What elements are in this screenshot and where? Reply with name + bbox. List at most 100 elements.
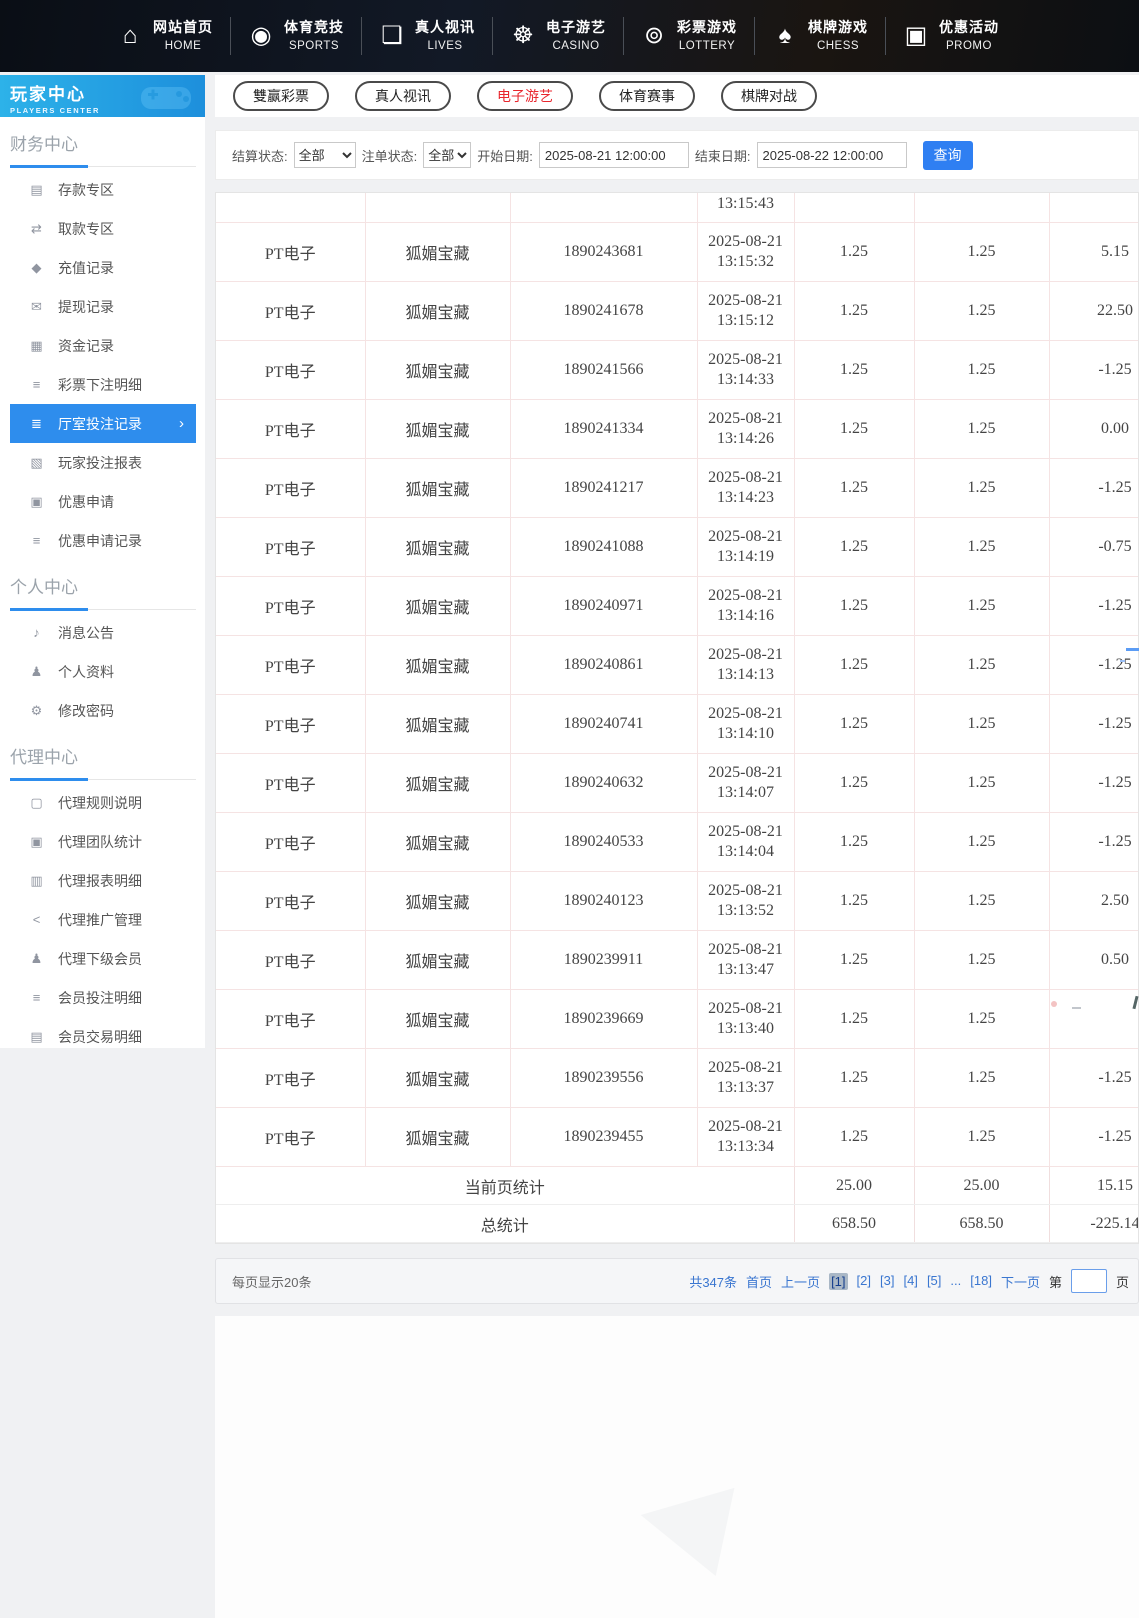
home-icon: ⌂ — [117, 24, 143, 48]
end-date-input[interactable] — [757, 142, 907, 168]
sidebar-item[interactable]: ≣厅室投注记录› — [10, 404, 196, 443]
sidebar-item[interactable]: ✉提现记录 — [10, 287, 196, 326]
cell-bet-time: 2025-08-2113:14:26 — [697, 400, 794, 459]
bet-date: 2025-08-21 — [698, 822, 794, 842]
total-count: 共347条 — [689, 1272, 737, 1291]
cell-profit: 0.50 — [1049, 931, 1139, 990]
table-row: PT电子狐媚宝藏18902416782025-08-2113:15:121.25… — [216, 282, 1139, 341]
cell-profit: -1.25 — [1049, 813, 1139, 872]
page-link[interactable]: [5] — [927, 1273, 941, 1290]
nav-item-lives[interactable]: ❏真人视讯LIVES — [364, 18, 490, 54]
sidebar-item[interactable]: ≡会员投注明细 — [10, 978, 196, 1017]
sidebar-item[interactable]: ▦资金记录 — [10, 326, 196, 365]
order-status-select[interactable]: 全部 — [423, 142, 471, 168]
start-date-input[interactable] — [539, 142, 689, 168]
message-icon: ♪ — [28, 625, 45, 640]
sidebar-item[interactable]: ▣代理团队统计 — [10, 822, 196, 861]
nav-item-label-en: LOTTERY — [679, 38, 735, 54]
tab-3[interactable]: 电子游艺 — [477, 81, 573, 111]
jump-prefix-label: 第 — [1049, 1272, 1062, 1291]
sidebar-item[interactable]: ◆充值记录 — [10, 248, 196, 287]
cell-game-type: PT电子 — [216, 754, 365, 813]
sidebar-item[interactable]: ▤会员交易明细 — [10, 1017, 196, 1056]
agent-promote-icon: < — [28, 912, 45, 927]
partial-time-cell: 13:15:43 — [697, 193, 794, 223]
bet-date: 2025-08-21 — [698, 1117, 794, 1137]
bet-clock: 13:14:26 — [698, 429, 794, 449]
cell-order-number: 1890239669 — [510, 990, 697, 1049]
cell-game-type: PT电子 — [216, 282, 365, 341]
tab-4[interactable]: 体育赛事 — [599, 81, 695, 111]
nav-item-lottery[interactable]: ⊚彩票游戏LOTTERY — [626, 18, 752, 54]
cell-profit: 2.50 — [1049, 872, 1139, 931]
cell-order-number: 1890240741 — [510, 695, 697, 754]
nav-item-promo[interactable]: ▣优惠活动PROMO — [888, 18, 1014, 54]
overlay-artifact — [1051, 1001, 1057, 1007]
cell-bet-amount: 1.25 — [794, 223, 914, 282]
sidebar-item[interactable]: ≡彩票下注明细 — [10, 365, 196, 404]
sidebar-item[interactable]: ⇄取款专区 — [10, 209, 196, 248]
bet-clock: 13:15:12 — [698, 311, 794, 331]
sidebar-item-label: 充值记录 — [58, 258, 114, 278]
tab-5[interactable]: 棋牌对战 — [721, 81, 817, 111]
cell-order-number: 1890239455 — [510, 1108, 697, 1167]
nav-item-home[interactable]: ⌂ 网站首页HOME — [102, 18, 228, 54]
nav-item-label-zh: 网站首页 — [153, 18, 213, 38]
sidebar-item[interactable]: <代理推广管理 — [10, 900, 196, 939]
tab-1[interactable]: 雙赢彩票 — [233, 81, 329, 111]
sidebar-item[interactable]: ▥代理报表明细 — [10, 861, 196, 900]
bet-date: 2025-08-21 — [698, 940, 794, 960]
promo-apply-record-icon: ≡ — [28, 533, 45, 548]
sidebar-item-label: 厅室投注记录 — [58, 414, 142, 434]
prev-page-link[interactable]: 上一页 — [781, 1272, 820, 1291]
sidebar-item[interactable]: ≡优惠申请记录 — [10, 521, 196, 560]
sidebar-item[interactable]: ♪消息公告 — [10, 613, 196, 652]
cell-order-number: 1890241217 — [510, 459, 697, 518]
page-link[interactable]: [4] — [903, 1273, 917, 1290]
players-center-header: 玩家中心 PLAYERS CENTER — [0, 75, 205, 117]
cell-game-type: PT电子 — [216, 341, 365, 400]
table-row: PT电子狐媚宝藏18902406322025-08-2113:14:071.25… — [216, 754, 1139, 813]
page-jump-input[interactable] — [1071, 1269, 1107, 1293]
cell-bet-amount: 1.25 — [794, 518, 914, 577]
settle-status-select[interactable]: 全部 — [294, 142, 356, 168]
sidebar-item[interactable]: ▤存款专区 — [10, 170, 196, 209]
main-content: 雙赢彩票真人视讯电子游艺体育赛事棋牌对战 结算状态: 全部 注单状态: 全部 开… — [215, 75, 1139, 1304]
nav-item-label-en: HOME — [165, 38, 202, 54]
table-row: PT电子狐媚宝藏18902415662025-08-2113:14:331.25… — [216, 341, 1139, 400]
start-date-label: 开始日期: — [477, 146, 533, 165]
cell-valid-amount: 1.25 — [914, 1108, 1049, 1167]
sidebar-item[interactable]: ▣优惠申请 — [10, 482, 196, 521]
nav-item-casino[interactable]: ☸电子游艺CASINO — [495, 18, 621, 54]
table-rows: PT电子狐媚宝藏18902436812025-08-2113:15:321.25… — [216, 223, 1139, 1167]
cell-bet-amount: 1.25 — [794, 1049, 914, 1108]
cell-game-name: 狐媚宝藏 — [365, 459, 510, 518]
cell-bet-amount: 1.25 — [794, 872, 914, 931]
cell-game-name: 狐媚宝藏 — [365, 1049, 510, 1108]
nav-item-sports[interactable]: ◉体育竞技SPORTS — [233, 18, 359, 54]
page-link[interactable]: [2] — [857, 1273, 871, 1290]
first-page-link[interactable]: 首页 — [746, 1272, 772, 1291]
sidebar-item[interactable]: ▧玩家投注报表 — [10, 443, 196, 482]
sidebar-item-label: 提现记录 — [58, 297, 114, 317]
nav-item-label-zh: 电子游艺 — [546, 18, 606, 38]
sidebar-item[interactable]: ♟个人资料 — [10, 652, 196, 691]
page-link[interactable]: [1] — [829, 1273, 847, 1290]
table-row: PT电子狐媚宝藏18902401232025-08-2113:13:521.25… — [216, 872, 1139, 931]
nav-item-text: 真人视讯LIVES — [415, 18, 475, 54]
tab-2[interactable]: 真人视讯 — [355, 81, 451, 111]
sidebar-item[interactable]: ▢代理规则说明 — [10, 783, 196, 822]
query-button[interactable]: 查询 — [923, 141, 973, 170]
next-page-link[interactable]: 下一页 — [1001, 1272, 1040, 1291]
nav-item-chess[interactable]: ♠棋牌游戏CHESS — [757, 18, 883, 54]
page-link[interactable]: [18] — [970, 1273, 992, 1290]
sidebar-item[interactable]: ♟代理下级会员 — [10, 939, 196, 978]
nav-item-text: 棋牌游戏CHESS — [808, 18, 868, 54]
bet-clock: 13:14:04 — [698, 842, 794, 862]
sidebar-item[interactable]: ⚙修改密码 — [10, 691, 196, 730]
nav-separator — [623, 17, 624, 55]
cell-game-name: 狐媚宝藏 — [365, 813, 510, 872]
page-link[interactable]: [3] — [880, 1273, 894, 1290]
cell-game-name: 狐媚宝藏 — [365, 990, 510, 1049]
watermark-triangle — [632, 1470, 735, 1576]
